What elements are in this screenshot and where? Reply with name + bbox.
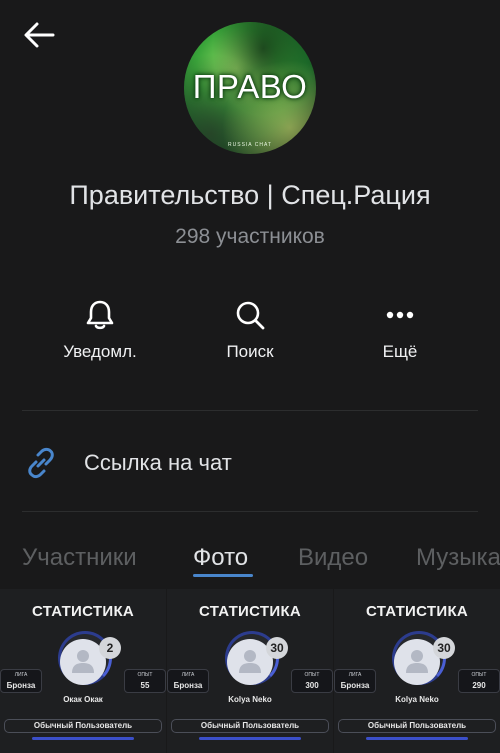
more-button[interactable]: Ещё <box>335 298 465 362</box>
status-badge: Обычный Пользователь <box>338 719 496 733</box>
tab-music[interactable]: Музыка <box>416 544 500 572</box>
status-badge: Обычный Пользователь <box>4 719 162 733</box>
exp-label: ОПЫТ <box>471 672 487 678</box>
level-badge: 30 <box>433 637 455 659</box>
league-label: ЛИГА <box>181 672 195 678</box>
photo-title: СТАТИСТИКА <box>365 603 469 620</box>
user-icon <box>72 650 94 673</box>
status-badge: Обычный Пользователь <box>171 719 329 733</box>
league-box: ЛИГА Бронза <box>334 669 376 693</box>
league-label: ЛИГА <box>348 672 362 678</box>
avatar-logo-text: ПРАВО <box>192 68 308 105</box>
league-box: ЛИГА Бронза <box>0 669 42 693</box>
tab-photos[interactable]: Фото <box>193 544 248 572</box>
members-count[interactable]: 298 участников <box>0 225 500 249</box>
divider <box>22 410 478 411</box>
user-icon <box>406 650 428 673</box>
progress-bar <box>366 737 468 740</box>
user-icon <box>239 650 261 673</box>
user-name: Окак Окак <box>63 695 103 704</box>
league-label: ЛИГА <box>14 672 28 678</box>
level-badge: 30 <box>266 637 288 659</box>
chat-link-row[interactable]: Ссылка на чат <box>22 440 482 486</box>
notifications-label: Уведомл. <box>63 342 137 361</box>
progress-bar <box>32 737 134 740</box>
media-tabs: Участники Фото Видео Музыка <box>0 540 500 590</box>
chat-avatar[interactable]: ПРАВО RUSSIA CHAT <box>184 22 316 154</box>
avatar-logo-subtext: RUSSIA CHAT <box>228 142 272 148</box>
photo-thumbnail[interactable]: СТАТИСТИКА 30 ЛИГА Бронза ОПЫТ 290 Kolya… <box>334 589 500 753</box>
league-box: ЛИГА Бронза <box>167 669 209 693</box>
photo-grid: СТАТИСТИКА 2 ЛИГА Бронза ОПЫТ 55 Окак Ок… <box>0 589 500 753</box>
exp-value: 290 <box>472 681 486 690</box>
back-button[interactable] <box>22 20 56 50</box>
chat-title: Правительство | Спец.Рация <box>69 180 431 210</box>
exp-box: ОПЫТ 290 <box>458 669 500 693</box>
exp-value: 55 <box>140 681 150 690</box>
level-badge: 2 <box>99 637 121 659</box>
user-name: Kolya Neko <box>395 695 439 704</box>
arrow-left-icon <box>24 22 55 48</box>
more-label: Ещё <box>382 342 418 361</box>
exp-box: ОПЫТ 300 <box>291 669 333 693</box>
divider <box>22 511 478 512</box>
photo-title: СТАТИСТИКА <box>31 603 135 620</box>
progress-bar <box>199 737 301 740</box>
search-button[interactable]: Поиск <box>185 298 315 362</box>
exp-box: ОПЫТ 55 <box>124 669 166 693</box>
user-name: Kolya Neko <box>228 695 272 704</box>
photo-thumbnail[interactable]: СТАТИСТИКА 2 ЛИГА Бронза ОПЫТ 55 Окак Ок… <box>0 589 166 753</box>
active-tab-indicator <box>193 574 253 577</box>
bell-icon <box>86 300 114 330</box>
exp-label: ОПЫТ <box>304 672 320 678</box>
search-icon <box>236 301 265 330</box>
league-value: Бронза <box>6 681 36 690</box>
exp-value: 300 <box>305 681 319 690</box>
link-icon <box>28 447 54 479</box>
photo-thumbnail[interactable]: СТАТИСТИКА 30 ЛИГА Бронза ОПЫТ 300 Kolya… <box>167 589 333 753</box>
search-label: Поиск <box>226 342 274 361</box>
exp-label: ОПЫТ <box>137 672 153 678</box>
chat-link-label: Ссылка на чат <box>84 450 232 475</box>
tab-members[interactable]: Участники <box>22 544 137 572</box>
notifications-button[interactable]: Уведомл. <box>35 298 165 362</box>
league-value: Бронза <box>340 681 370 690</box>
more-icon <box>386 311 414 319</box>
league-value: Бронза <box>173 681 203 690</box>
tab-videos[interactable]: Видео <box>298 544 368 572</box>
photo-title: СТАТИСТИКА <box>198 603 302 620</box>
